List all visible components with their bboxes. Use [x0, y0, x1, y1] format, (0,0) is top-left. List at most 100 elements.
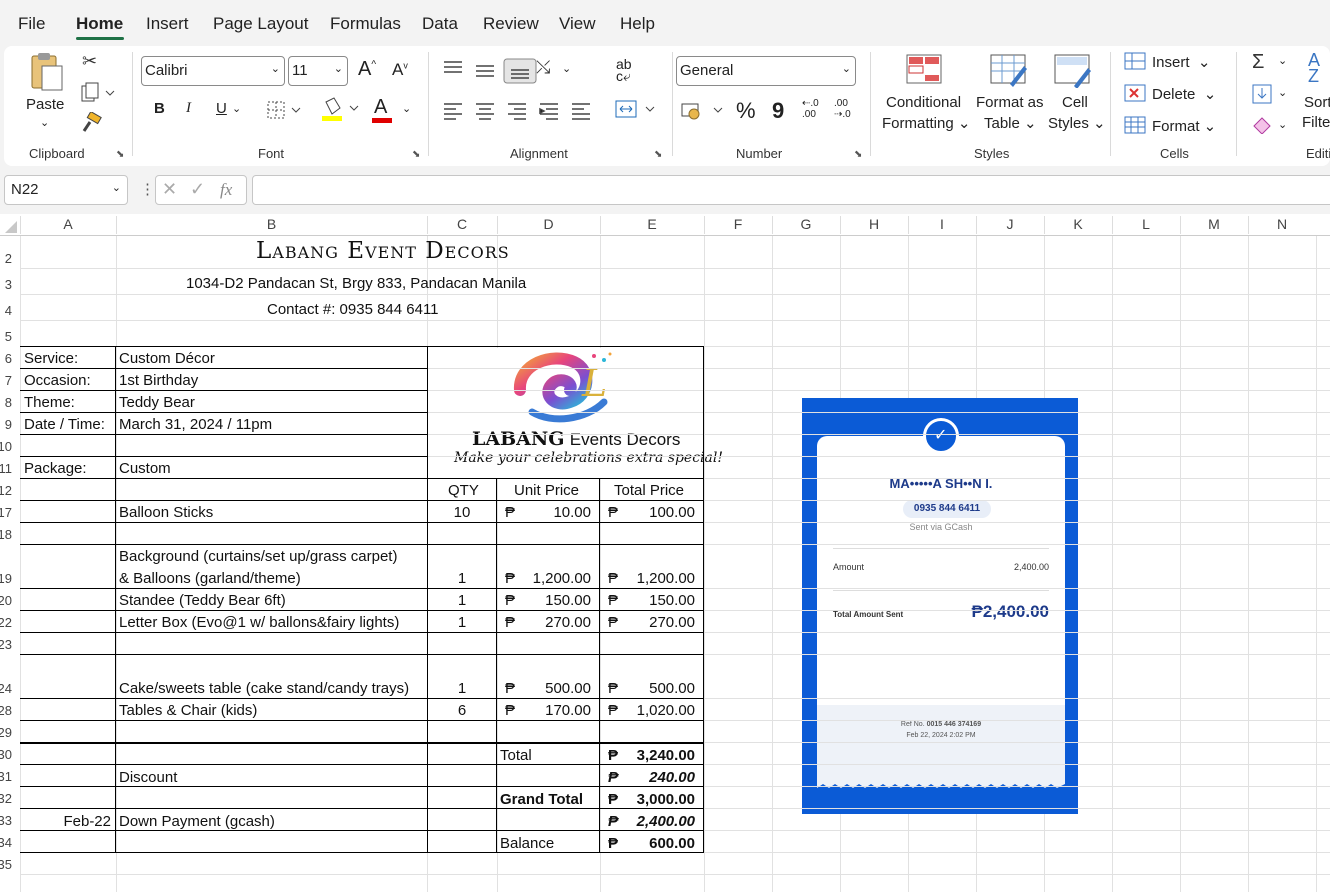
- row-header[interactable]: 33: [0, 813, 12, 828]
- cell-styles-icon[interactable]: [1054, 54, 1094, 88]
- orientation-icon[interactable]: ⤯: [536, 58, 550, 76]
- conditional-formatting-icon[interactable]: [906, 54, 942, 84]
- row-header[interactable]: 20: [0, 593, 12, 608]
- row-header[interactable]: 19: [0, 571, 12, 586]
- cell-styles-label1[interactable]: Cell: [1062, 94, 1088, 111]
- horizontal-align-icons[interactable]: [440, 100, 600, 122]
- cancel-icon[interactable]: ✕: [162, 179, 177, 200]
- worksheet-grid[interactable]: Labang Event Decors 1034-D2 Pandacan St,…: [0, 236, 1330, 892]
- chevron-down-icon[interactable]: ⌄: [1278, 54, 1287, 67]
- fill-icon[interactable]: [1252, 84, 1272, 104]
- chevron-down-icon[interactable]: ⌄: [562, 62, 571, 75]
- font-name-dropdown[interactable]: Calibri ⌄: [141, 56, 285, 86]
- font-size-dropdown[interactable]: 11 ⌄: [288, 56, 348, 86]
- row-header[interactable]: 4: [0, 303, 12, 318]
- delete-cells-icon[interactable]: [1124, 84, 1146, 102]
- number-launcher-icon[interactable]: ⬊: [854, 149, 862, 160]
- more-options-icon[interactable]: ⋮: [140, 180, 155, 198]
- insert-cells-label[interactable]: Insert ⌄: [1152, 53, 1210, 71]
- chevron-down-icon[interactable]: ⌄: [1278, 86, 1287, 99]
- percent-style-button[interactable]: %: [736, 98, 756, 124]
- column-header[interactable]: A: [20, 216, 116, 232]
- tab-formulas[interactable]: Formulas: [330, 14, 401, 34]
- paste-icon[interactable]: [26, 52, 66, 92]
- number-format-dropdown[interactable]: General ⌄: [676, 56, 856, 86]
- tab-review[interactable]: Review: [483, 14, 539, 34]
- column-header[interactable]: B: [116, 216, 427, 232]
- row-header[interactable]: 5: [0, 329, 12, 344]
- column-header[interactable]: C: [427, 216, 497, 232]
- clipboard-launcher-icon[interactable]: ⬊: [116, 149, 124, 160]
- row-header[interactable]: 9: [0, 417, 12, 432]
- comma-style-button[interactable]: 9: [772, 98, 784, 124]
- row-header[interactable]: 32: [0, 791, 12, 806]
- format-painter-icon[interactable]: [80, 112, 102, 134]
- increase-decimal-icon[interactable]: ⇠.0.00: [802, 98, 819, 120]
- column-header[interactable]: M: [1180, 216, 1248, 232]
- conditional-formatting-label2[interactable]: Formatting ⌄: [882, 114, 970, 132]
- formula-input[interactable]: [252, 175, 1330, 205]
- tab-page-layout[interactable]: Page Layout: [213, 14, 308, 34]
- row-header[interactable]: 11: [0, 461, 12, 476]
- cell-styles-label2[interactable]: Styles ⌄: [1048, 114, 1106, 132]
- filter-label[interactable]: Filter: [1302, 114, 1330, 131]
- tab-insert[interactable]: Insert: [146, 14, 189, 34]
- format-as-table-label1[interactable]: Format as: [976, 94, 1044, 111]
- chevron-down-icon[interactable]: ⌄: [1278, 118, 1287, 131]
- fill-color-icon[interactable]: [320, 96, 360, 124]
- column-header[interactable]: L: [1112, 216, 1180, 232]
- format-cells-icon[interactable]: [1124, 116, 1146, 134]
- row-header[interactable]: 2: [0, 251, 12, 266]
- column-header[interactable]: I: [908, 216, 976, 232]
- tab-data[interactable]: Data: [422, 14, 458, 34]
- underline-button[interactable]: U: [216, 100, 227, 117]
- clear-icon[interactable]: [1252, 116, 1274, 134]
- row-header[interactable]: 22: [0, 615, 12, 630]
- italic-button[interactable]: I: [186, 100, 191, 117]
- row-header[interactable]: 30: [0, 747, 12, 762]
- shrink-font-icon[interactable]: Av: [392, 60, 408, 80]
- conditional-formatting-label1[interactable]: Conditional: [886, 94, 961, 111]
- insert-cells-icon[interactable]: [1124, 52, 1146, 70]
- row-header[interactable]: 18: [0, 527, 12, 542]
- copy-icon[interactable]: [80, 82, 116, 104]
- sort-filter-icon[interactable]: AZ: [1308, 51, 1320, 85]
- cut-icon[interactable]: ✂: [82, 52, 97, 70]
- name-box[interactable]: N22 ⌄: [4, 175, 128, 205]
- tab-help[interactable]: Help: [620, 14, 655, 34]
- wrap-text-icon[interactable]: ab c⤶: [616, 57, 632, 83]
- row-header[interactable]: 7: [0, 373, 12, 388]
- row-header[interactable]: 29: [0, 725, 12, 740]
- vertical-align-icons[interactable]: [440, 58, 550, 84]
- accounting-format-icon[interactable]: [680, 100, 726, 122]
- format-as-table-label2[interactable]: Table ⌄: [984, 114, 1037, 132]
- tab-file[interactable]: File: [18, 14, 45, 34]
- decrease-decimal-icon[interactable]: .00 ⇢.0: [834, 98, 851, 120]
- row-header[interactable]: 10: [0, 439, 12, 454]
- row-header[interactable]: 35: [0, 857, 12, 872]
- font-launcher-icon[interactable]: ⬊: [412, 149, 420, 160]
- column-header[interactable]: F: [704, 216, 772, 232]
- tab-home[interactable]: Home: [76, 14, 123, 34]
- format-cells-label[interactable]: Format ⌄: [1152, 117, 1216, 135]
- row-header[interactable]: 23: [0, 637, 12, 652]
- format-as-table-icon[interactable]: [990, 54, 1028, 88]
- column-header[interactable]: E: [600, 216, 704, 232]
- row-header[interactable]: 17: [0, 505, 12, 520]
- paste-chevron-icon[interactable]: ⌄: [40, 116, 49, 129]
- row-header[interactable]: 3: [0, 277, 12, 292]
- chevron-down-icon[interactable]: ⌄: [402, 102, 411, 115]
- row-header[interactable]: 31: [0, 769, 12, 784]
- delete-cells-label[interactable]: Delete ⌄: [1152, 85, 1216, 103]
- alignment-launcher-icon[interactable]: ⬊: [654, 149, 662, 160]
- row-header[interactable]: 12: [0, 483, 12, 498]
- select-all-icon[interactable]: [4, 220, 18, 234]
- bold-button[interactable]: B: [154, 100, 165, 117]
- row-header[interactable]: 6: [0, 351, 12, 366]
- column-header[interactable]: N: [1248, 216, 1316, 232]
- autosum-icon[interactable]: Σ: [1252, 52, 1264, 72]
- enter-icon[interactable]: ✓: [190, 179, 205, 200]
- row-header[interactable]: 8: [0, 395, 12, 410]
- column-header[interactable]: D: [497, 216, 600, 232]
- tab-view[interactable]: View: [559, 14, 596, 34]
